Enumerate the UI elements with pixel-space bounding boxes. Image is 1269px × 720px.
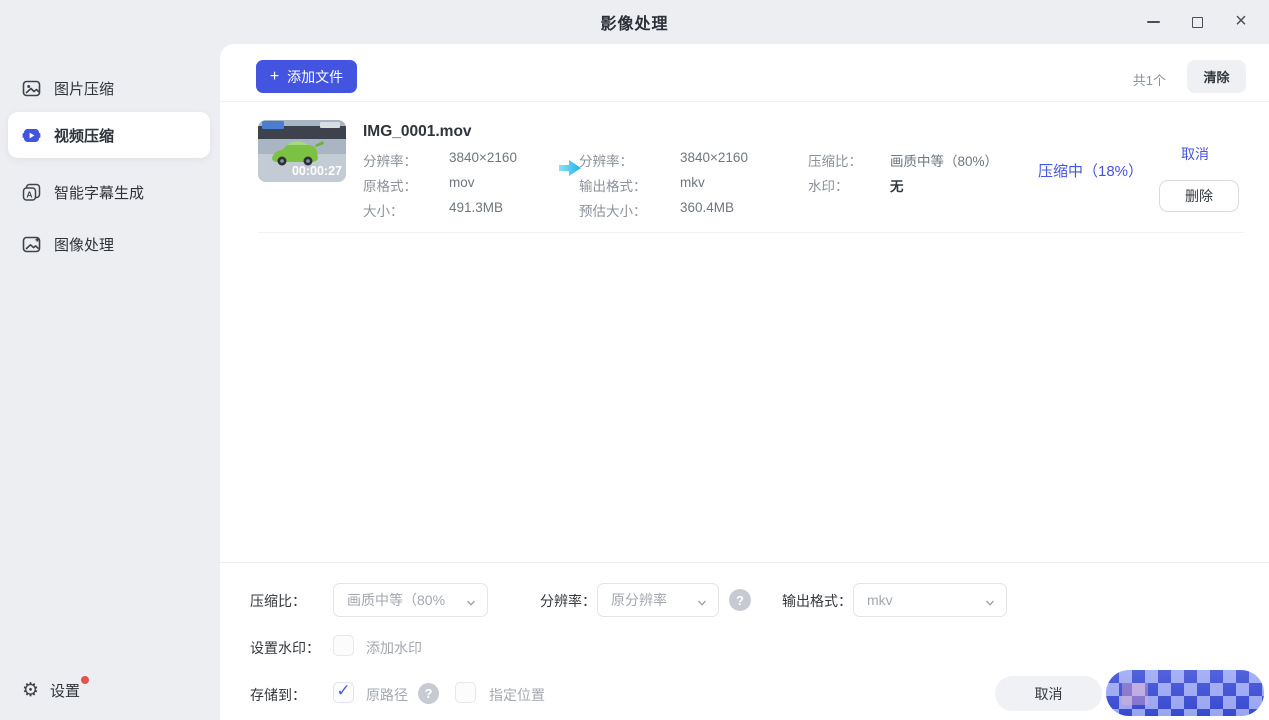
sidebar-item-label: 智能字幕生成 bbox=[54, 182, 144, 203]
sidebar-item-label: 图片压缩 bbox=[54, 78, 114, 99]
chevron-down-icon bbox=[985, 595, 995, 605]
output-size-label: 预估大小： bbox=[579, 200, 680, 220]
output-format-value: mkv bbox=[680, 175, 705, 195]
main-panel: + 添加文件 共1个 清除 00:00:27 IM bbox=[220, 44, 1269, 720]
ratio-dropdown[interactable]: 画质中等（80% bbox=[333, 583, 488, 617]
window-title: 影像处理 bbox=[0, 0, 1269, 44]
add-file-button[interactable]: + 添加文件 bbox=[256, 60, 357, 93]
format-dropdown-value: mkv bbox=[867, 592, 893, 608]
settings-label: 设置 bbox=[50, 683, 80, 700]
add-watermark-checkbox[interactable] bbox=[333, 635, 354, 656]
file-count-label: 共1个 bbox=[1133, 70, 1166, 89]
watermark-label: 水印： bbox=[808, 175, 890, 195]
sidebar-item-settings[interactable]: ⚙ 设置 bbox=[22, 675, 80, 705]
compress-progress: 压缩中（18%） bbox=[1038, 160, 1143, 181]
window-controls: × bbox=[1131, 0, 1263, 44]
toolbar-divider bbox=[220, 101, 1269, 102]
subtitle-icon: A bbox=[22, 183, 41, 202]
source-format-label: 原格式： bbox=[363, 175, 449, 195]
source-size-value: 491.3MB bbox=[449, 200, 503, 220]
resolution-dropdown[interactable]: 原分辨率 bbox=[597, 583, 719, 617]
ratio-dropdown-value: 画质中等（80% bbox=[347, 590, 445, 610]
bottom-cancel-button[interactable]: 取消 bbox=[995, 676, 1102, 711]
source-resolution-label: 分辨率： bbox=[363, 150, 449, 170]
clear-button[interactable]: 清除 bbox=[1187, 60, 1246, 93]
format-setting-label: 输出格式： bbox=[782, 591, 852, 611]
chevron-down-icon bbox=[466, 595, 476, 605]
svg-text:A: A bbox=[26, 189, 32, 199]
chevron-down-icon bbox=[697, 595, 707, 605]
sidebar-item-subtitle-generate[interactable]: A 智能字幕生成 bbox=[8, 172, 210, 212]
sidebar-item-image-compress[interactable]: 图片压缩 bbox=[8, 68, 210, 108]
resolution-setting-label: 分辨率： bbox=[540, 591, 596, 611]
original-path-checkbox[interactable]: ✓ bbox=[333, 682, 354, 703]
panel-divider bbox=[220, 562, 1269, 563]
minimize-icon bbox=[1147, 21, 1160, 23]
output-format-label: 输出格式： bbox=[579, 175, 680, 195]
original-path-help-icon[interactable]: ? bbox=[418, 683, 439, 704]
minimize-button[interactable] bbox=[1131, 0, 1175, 44]
format-dropdown[interactable]: mkv bbox=[853, 583, 1007, 617]
ratio-setting-label: 压缩比： bbox=[250, 591, 306, 611]
image-icon bbox=[22, 79, 41, 98]
save-to-label: 存储到： bbox=[250, 685, 306, 705]
check-icon: ✓ bbox=[336, 681, 350, 701]
output-size-value: 360.4MB bbox=[680, 200, 734, 220]
sidebar-item-image-process[interactable]: 图像处理 bbox=[8, 224, 210, 264]
resolution-dropdown-value: 原分辨率 bbox=[611, 590, 667, 610]
add-file-label: 添加文件 bbox=[287, 67, 343, 87]
file-name: IMG_0001.mov bbox=[363, 123, 472, 141]
titlebar: 影像处理 × bbox=[0, 0, 1269, 44]
maximize-button[interactable] bbox=[1175, 0, 1219, 44]
watermark-setting-label: 设置水印： bbox=[250, 638, 320, 658]
source-resolution-value: 3840×2160 bbox=[449, 150, 517, 170]
app-window: 影像处理 × 图片压缩 视频压缩 A 智能字幕生成 图像处理 ⚙ 设 bbox=[0, 0, 1269, 720]
custom-path-checkbox[interactable] bbox=[455, 682, 476, 703]
cancel-task-link[interactable]: 取消 bbox=[1181, 144, 1209, 164]
close-icon: × bbox=[1235, 11, 1247, 31]
sidebar-item-video-compress[interactable]: 视频压缩 bbox=[8, 112, 210, 158]
ratio-value: 画质中等（80%） bbox=[890, 150, 998, 170]
video-icon bbox=[22, 126, 41, 145]
ratio-label: 压缩比： bbox=[808, 150, 890, 170]
notification-dot bbox=[81, 676, 89, 684]
close-button[interactable]: × bbox=[1219, 0, 1263, 44]
custom-path-label: 指定位置 bbox=[489, 685, 545, 705]
gear-icon: ⚙ bbox=[22, 681, 39, 700]
original-path-label: 原路径 bbox=[366, 685, 408, 705]
source-size-label: 大小： bbox=[363, 200, 449, 220]
maximize-icon bbox=[1192, 17, 1203, 28]
output-resolution-value: 3840×2160 bbox=[680, 150, 748, 170]
row-divider bbox=[258, 232, 1244, 233]
censored-primary-button[interactable] bbox=[1106, 670, 1264, 716]
source-format-value: mov bbox=[449, 175, 475, 195]
sidebar-item-label: 视频压缩 bbox=[54, 125, 114, 146]
image-plus-icon bbox=[22, 235, 41, 254]
watermark-value: 无 bbox=[890, 175, 904, 195]
delete-button[interactable]: 删除 bbox=[1159, 180, 1239, 212]
resolution-help-icon[interactable]: ? bbox=[729, 589, 751, 611]
add-watermark-label: 添加水印 bbox=[366, 638, 422, 658]
plus-icon: + bbox=[270, 69, 279, 85]
sidebar-item-label: 图像处理 bbox=[54, 234, 114, 255]
thumbnail-duration: 00:00:27 bbox=[292, 164, 342, 178]
video-thumbnail: 00:00:27 bbox=[258, 120, 346, 182]
output-resolution-label: 分辨率： bbox=[579, 150, 680, 170]
